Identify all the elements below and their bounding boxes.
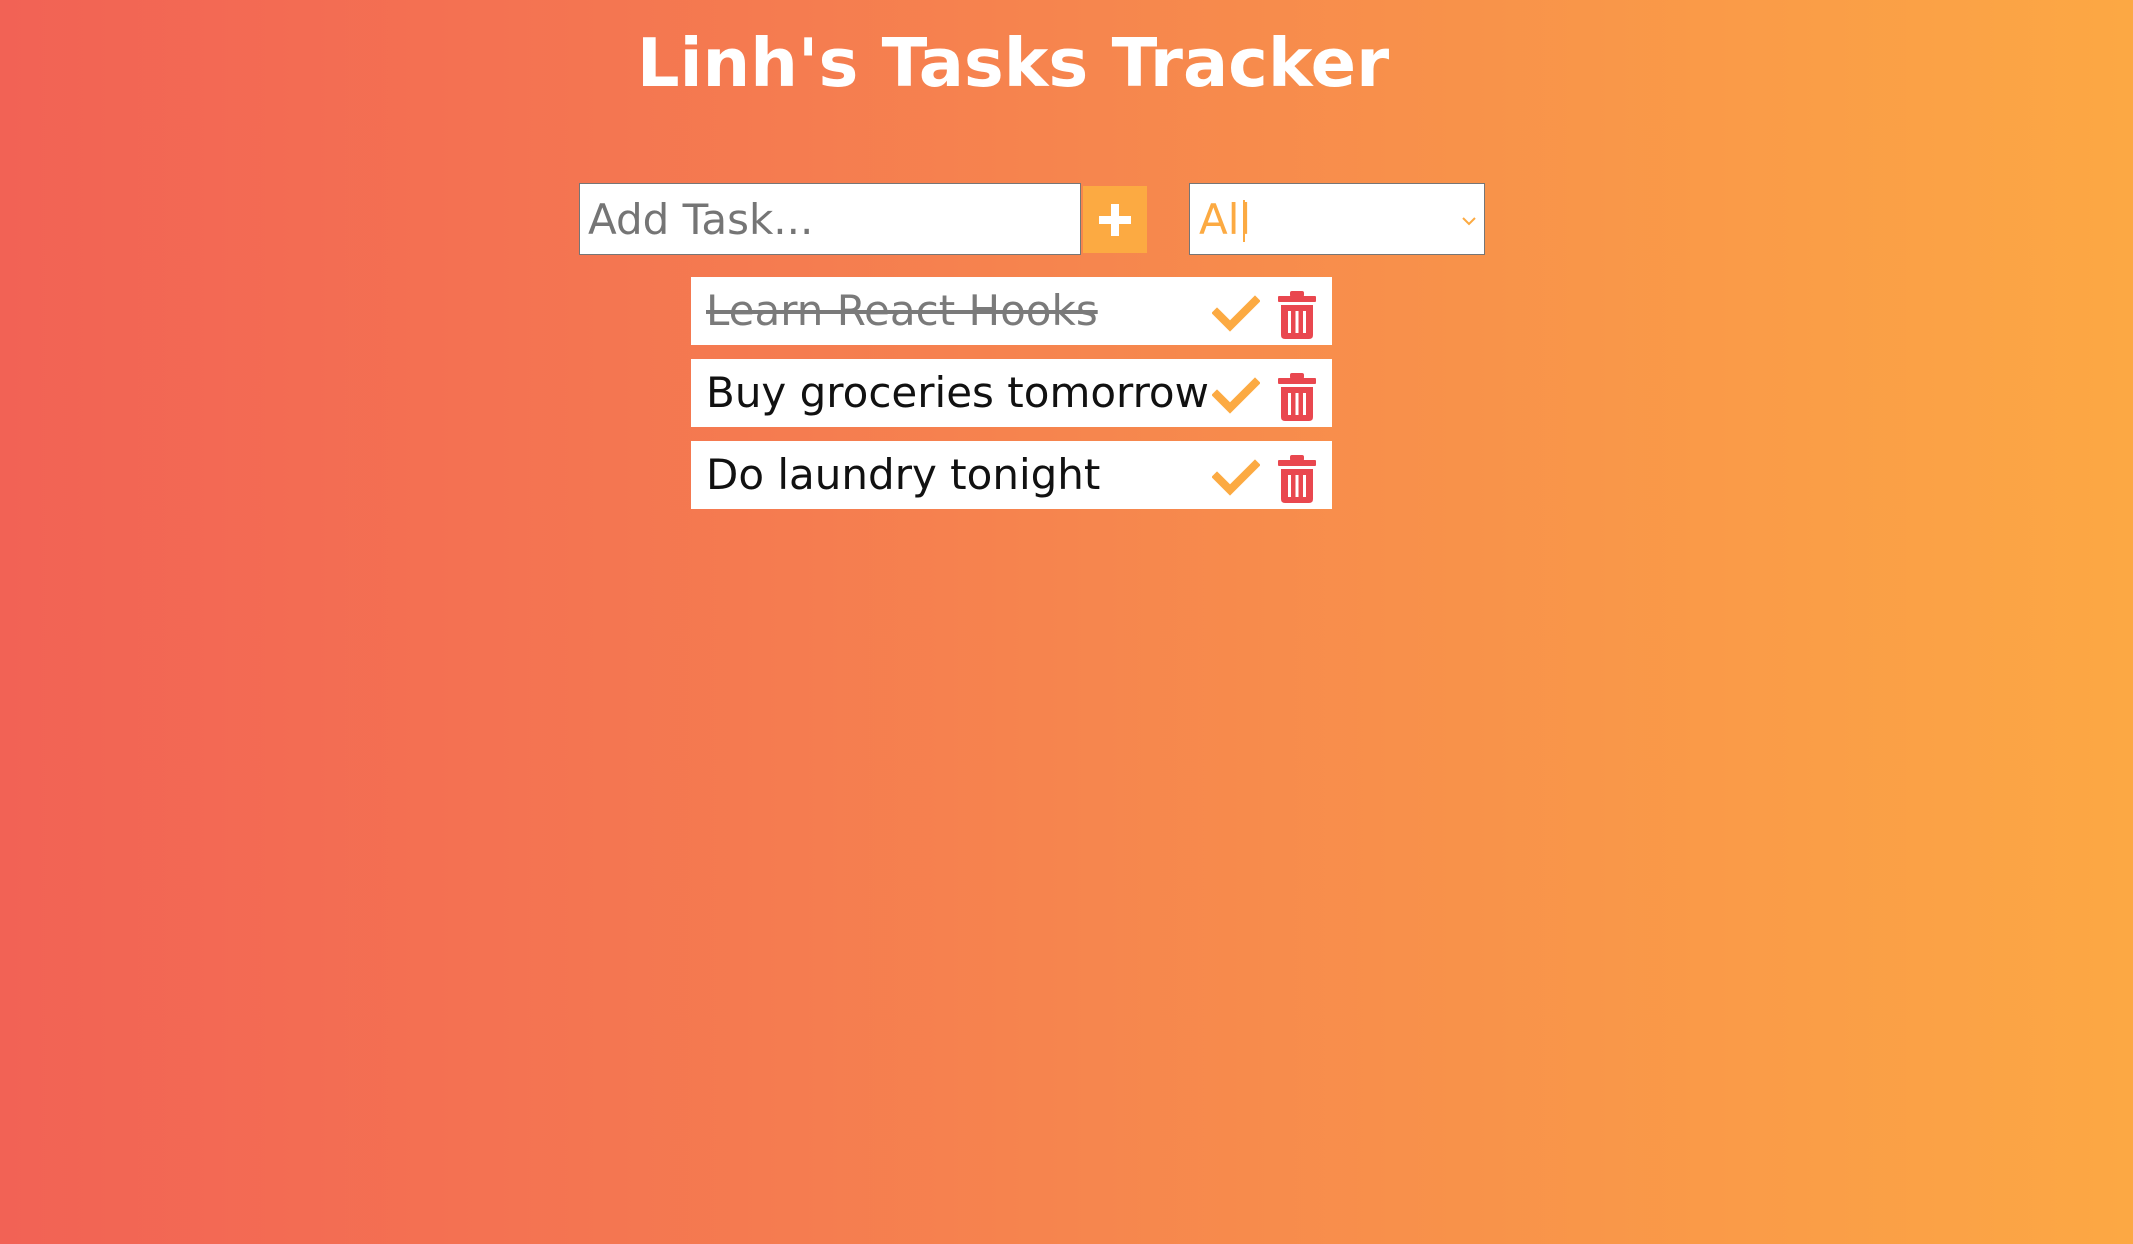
trash-icon [1276, 291, 1318, 342]
check-icon [1211, 459, 1261, 502]
trash-icon [1276, 455, 1318, 506]
complete-button[interactable] [1211, 291, 1261, 335]
check-icon [1211, 295, 1261, 338]
page-title: Linh's Tasks Tracker [636, 24, 1390, 102]
add-task-button[interactable] [1083, 186, 1147, 253]
delete-button[interactable] [1276, 455, 1318, 505]
chevron-down-icon [1460, 212, 1478, 231]
todo-item: Do laundry tonight [691, 441, 1332, 509]
check-icon [1211, 377, 1261, 420]
add-task-input[interactable] [579, 183, 1081, 255]
todo-text: Learn React Hooks [706, 286, 1098, 335]
trash-icon [1276, 373, 1318, 424]
todo-list: Learn React Hooks Buy groceries tomorrow… [691, 277, 1332, 523]
todo-item: Learn React Hooks [691, 277, 1332, 345]
filter-select[interactable]: All [1189, 183, 1485, 255]
todo-text: Buy groceries tomorrow [706, 368, 1209, 417]
todo-item: Buy groceries tomorrow [691, 359, 1332, 427]
delete-button[interactable] [1276, 291, 1318, 341]
text-caret [1243, 200, 1245, 242]
plus-icon [1083, 200, 1147, 240]
delete-button[interactable] [1276, 373, 1318, 423]
complete-button[interactable] [1211, 455, 1261, 499]
todo-text: Do laundry tonight [706, 450, 1101, 499]
complete-button[interactable] [1211, 373, 1261, 417]
